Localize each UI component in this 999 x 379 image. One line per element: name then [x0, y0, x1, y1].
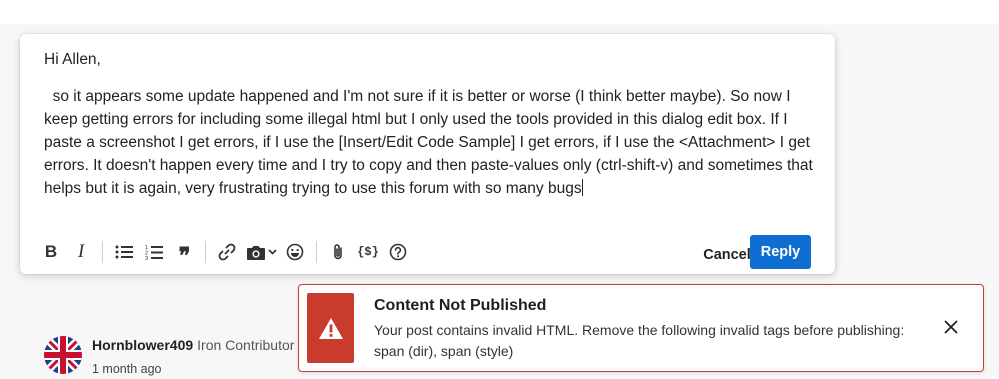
attachment-icon	[334, 244, 342, 260]
toolbar-divider	[205, 241, 206, 263]
bold-button[interactable]: B	[36, 237, 66, 267]
emoji-button[interactable]	[280, 237, 310, 267]
top-strip	[0, 0, 999, 24]
bold-icon: B	[44, 242, 58, 261]
editor-toolbar: B I 1 2 3 ❞ {$}	[36, 234, 413, 270]
code-sample-button[interactable]: {$}	[353, 237, 383, 267]
italic-icon: I	[77, 241, 85, 262]
insert-image-button[interactable]	[242, 237, 280, 267]
author-info: Hornblower409 Iron Contributor 1 month ag…	[92, 337, 294, 376]
editor-content[interactable]: Hi Allen, so it appears some update happ…	[44, 48, 814, 200]
reply-editor: Hi Allen, so it appears some update happ…	[20, 34, 835, 274]
bullet-list-icon	[115, 245, 133, 259]
editor-message[interactable]: so it appears some update happened and I…	[44, 85, 814, 200]
toast-title: Content Not Published	[374, 297, 547, 314]
help-icon	[389, 243, 407, 261]
author-rank: Iron Contributor	[197, 337, 295, 353]
toast-icon-box	[307, 293, 354, 363]
numbered-list-icon: 1 2 3	[145, 245, 163, 261]
link-icon	[218, 243, 236, 261]
toast-message: Your post contains invalid HTML. Remove …	[374, 322, 905, 359]
emoji-icon	[286, 243, 304, 261]
post-time: 1 month ago	[92, 362, 162, 376]
author-name[interactable]: Hornblower409	[92, 337, 193, 353]
quote-button[interactable]: ❞	[169, 237, 199, 267]
quote-icon: ❞	[178, 243, 191, 268]
link-button[interactable]	[212, 237, 242, 267]
attachment-button[interactable]	[323, 237, 353, 267]
bullet-list-button[interactable]	[109, 237, 139, 267]
error-notification: Content Not Published Your post contains…	[298, 284, 984, 372]
toolbar-divider	[316, 241, 317, 263]
svg-text:3: 3	[145, 256, 148, 261]
close-icon	[944, 320, 958, 334]
italic-button[interactable]: I	[66, 237, 96, 267]
reply-button[interactable]: Reply	[750, 235, 811, 269]
text-caret	[581, 179, 583, 196]
toast-close-button[interactable]	[939, 315, 963, 339]
toolbar-divider	[102, 241, 103, 263]
avatar[interactable]	[44, 336, 82, 374]
camera-icon	[246, 245, 265, 260]
editor-message-text[interactable]: so it appears some update happened and I…	[44, 88, 817, 197]
page: Hi Allen, so it appears some update happ…	[0, 0, 999, 379]
numbered-list-button[interactable]: 1 2 3	[139, 237, 169, 267]
editor-greeting[interactable]: Hi Allen,	[44, 48, 814, 71]
help-button[interactable]	[383, 237, 413, 267]
warning-icon	[318, 317, 343, 339]
union-flag-avatar-icon	[44, 336, 82, 374]
chevron-down-icon	[267, 249, 277, 255]
code-sample-icon: {$}	[357, 245, 379, 259]
post-author: Hornblower409 Iron Contributor 1 month ag…	[44, 336, 294, 376]
